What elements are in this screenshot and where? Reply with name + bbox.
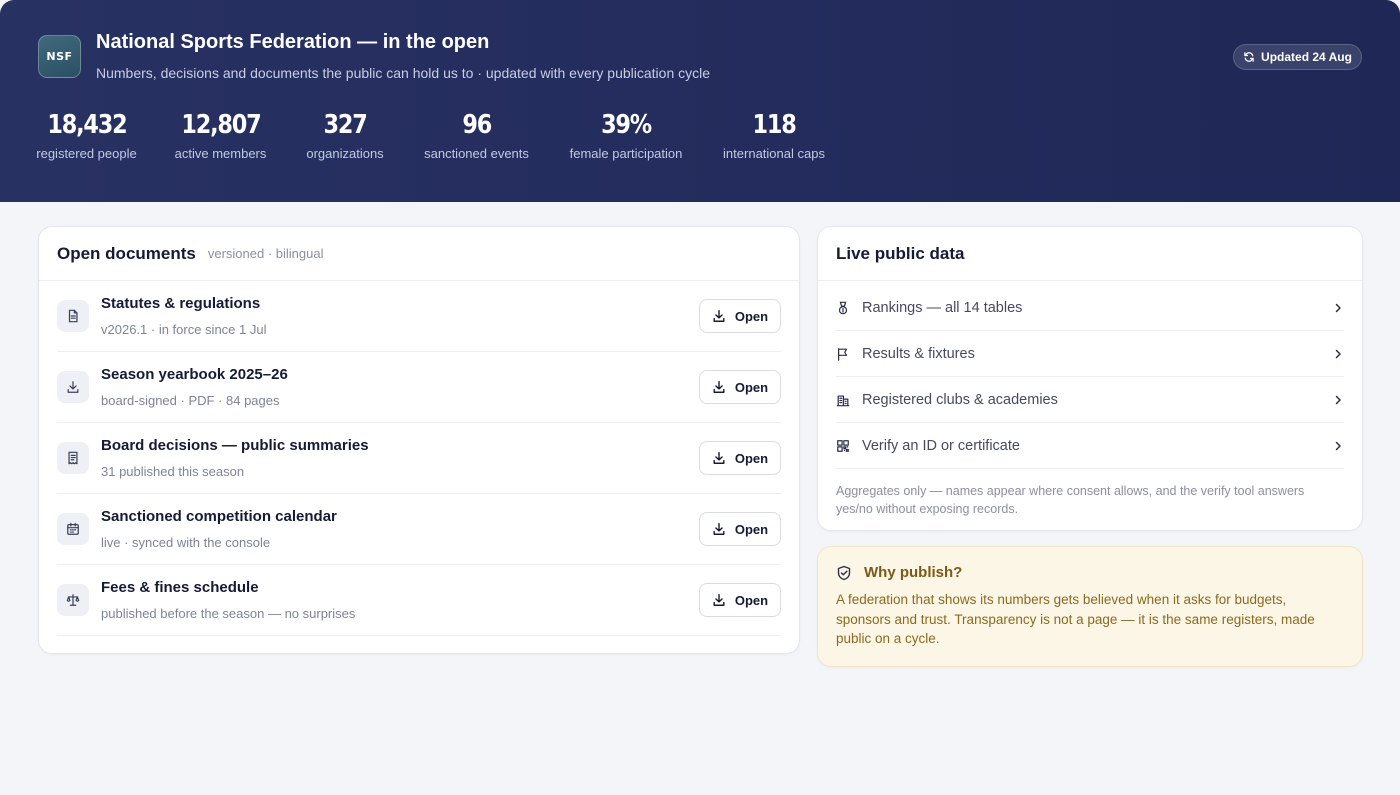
live-data-list: Rankings — all 14 tables Results & fixtu… xyxy=(818,285,1362,469)
download-icon xyxy=(713,310,725,322)
stat-label: female participation xyxy=(569,146,683,161)
chevron-right-icon xyxy=(1335,395,1341,404)
scales-icon xyxy=(66,594,80,606)
live-public-data-title: Live public data xyxy=(836,243,965,263)
data-link-label: Rankings — all 14 tables xyxy=(862,299,1023,316)
document-row-fees: Fees & fines schedule published before t… xyxy=(57,565,781,636)
updated-badge[interactable]: Updated 24 Aug xyxy=(1233,44,1362,70)
stats-row: 18,432 registered people 12,807 active m… xyxy=(36,108,825,161)
stat-label: organizations xyxy=(306,146,384,161)
page-title: National Sports Federation — in the open xyxy=(96,31,490,53)
document-row-board-decisions: Board decisions — public summaries 31 pu… xyxy=(57,423,781,494)
stat-label: international caps xyxy=(723,146,825,161)
qr-code-icon xyxy=(837,439,849,452)
document-meta: published before the season — no surpris… xyxy=(101,606,356,621)
download-icon xyxy=(713,381,725,393)
shield-check-icon xyxy=(837,565,851,580)
document-title: Fees & fines schedule xyxy=(101,579,259,596)
receipt-icon xyxy=(68,451,78,465)
data-link-rankings[interactable]: Rankings — all 14 tables xyxy=(836,285,1344,331)
open-yearbook-button[interactable]: Open xyxy=(699,370,781,404)
updated-label: Updated 24 Aug xyxy=(1261,50,1352,64)
document-meta: 31 published this season xyxy=(101,464,245,479)
building-icon xyxy=(836,394,850,406)
document-title: Sanctioned competition calendar xyxy=(101,508,337,525)
refresh-icon xyxy=(1244,52,1254,62)
flag-icon xyxy=(838,347,848,361)
download-icon xyxy=(713,523,725,535)
document-row-statutes: Statutes & regulations v2026.1 · in forc… xyxy=(57,281,781,352)
data-link-verify[interactable]: Verify an ID or certificate xyxy=(836,423,1344,469)
open-fees-button[interactable]: Open xyxy=(699,583,781,617)
document-title: Season yearbook 2025–26 xyxy=(101,366,288,383)
open-label: Open xyxy=(734,379,769,395)
stat-label: registered people xyxy=(36,146,137,161)
stat-value: 18,432 xyxy=(46,110,127,140)
stat-female-participation: 39% female participation xyxy=(569,108,683,161)
stat-active-members: 12,807 active members xyxy=(174,108,267,161)
stat-label: sanctioned events xyxy=(424,146,529,161)
privacy-note: Aggregates only — names appear where con… xyxy=(836,484,1305,516)
data-link-clubs[interactable]: Registered clubs & academies xyxy=(836,377,1344,423)
stat-value: 12,807 xyxy=(180,110,261,140)
document-title: Statutes & regulations xyxy=(101,295,261,312)
live-public-data-card: Live public data Rankings — all 14 table… xyxy=(817,226,1363,531)
document-row-yearbook: Season yearbook 2025–26 board-signed · P… xyxy=(57,352,781,423)
document-meta: v2026.1 · in force since 1 Jul xyxy=(101,322,267,337)
open-documents-header: Open documents versioned · bilingual xyxy=(39,227,799,281)
open-documents-subtitle: versioned · bilingual xyxy=(207,246,324,261)
why-publish-card: Why publish? A federation that shows its… xyxy=(817,546,1363,667)
stat-organizations: 327 organizations xyxy=(306,108,384,161)
document-meta: board-signed · PDF · 84 pages xyxy=(101,393,280,408)
open-documents-title: Open documents xyxy=(57,243,196,263)
open-board-decisions-button[interactable]: Open xyxy=(699,441,781,475)
open-label: Open xyxy=(734,521,769,537)
document-meta: live · synced with the console xyxy=(101,535,271,550)
why-publish-body: A federation that shows its numbers gets… xyxy=(836,592,1315,646)
document-title: Board decisions — public summaries xyxy=(101,437,369,454)
data-link-label: Registered clubs & academies xyxy=(862,391,1058,408)
page: NSF National Sports Federation — in the … xyxy=(0,0,1400,795)
document-row-calendar: Sanctioned competition calendar live · s… xyxy=(57,494,781,565)
why-publish-header: Why publish? xyxy=(818,547,1362,581)
stat-value: 96 xyxy=(462,110,492,140)
chevron-right-icon xyxy=(1335,441,1341,450)
chevron-right-icon xyxy=(1335,303,1341,312)
page-subtitle: Numbers, decisions and documents the pub… xyxy=(96,65,711,81)
open-label: Open xyxy=(734,308,769,324)
calendar-icon xyxy=(67,522,79,535)
stat-international-caps: 118 international caps xyxy=(723,108,825,161)
stat-value: 39% xyxy=(601,110,652,140)
document-icon xyxy=(68,309,78,323)
download-icon xyxy=(713,594,725,606)
open-documents-card: Open documents versioned · bilingual Sta… xyxy=(38,226,800,654)
open-statutes-button[interactable]: Open xyxy=(699,299,781,333)
open-calendar-button[interactable]: Open xyxy=(699,512,781,546)
federation-logo: NSF xyxy=(38,35,81,78)
chevron-right-icon xyxy=(1335,349,1341,358)
open-label: Open xyxy=(734,450,769,466)
stat-value: 118 xyxy=(752,110,796,140)
stat-registered-people: 18,432 registered people xyxy=(36,108,137,161)
open-label: Open xyxy=(734,592,769,608)
download-icon xyxy=(713,452,725,464)
data-link-label: Results & fixtures xyxy=(862,345,975,362)
why-publish-title: Why publish? xyxy=(864,564,963,581)
stat-value: 327 xyxy=(323,110,367,140)
data-link-label: Verify an ID or certificate xyxy=(862,437,1020,454)
stat-sanctioned-events: 96 sanctioned events xyxy=(424,108,529,161)
header-banner: NSF National Sports Federation — in the … xyxy=(0,0,1400,202)
live-public-data-header: Live public data xyxy=(818,227,1362,281)
medal-icon xyxy=(838,301,848,314)
data-link-results[interactable]: Results & fixtures xyxy=(836,331,1344,377)
download-icon xyxy=(67,381,79,393)
document-list: Statutes & regulations v2026.1 · in forc… xyxy=(39,281,799,636)
stat-label: active members xyxy=(174,146,267,161)
